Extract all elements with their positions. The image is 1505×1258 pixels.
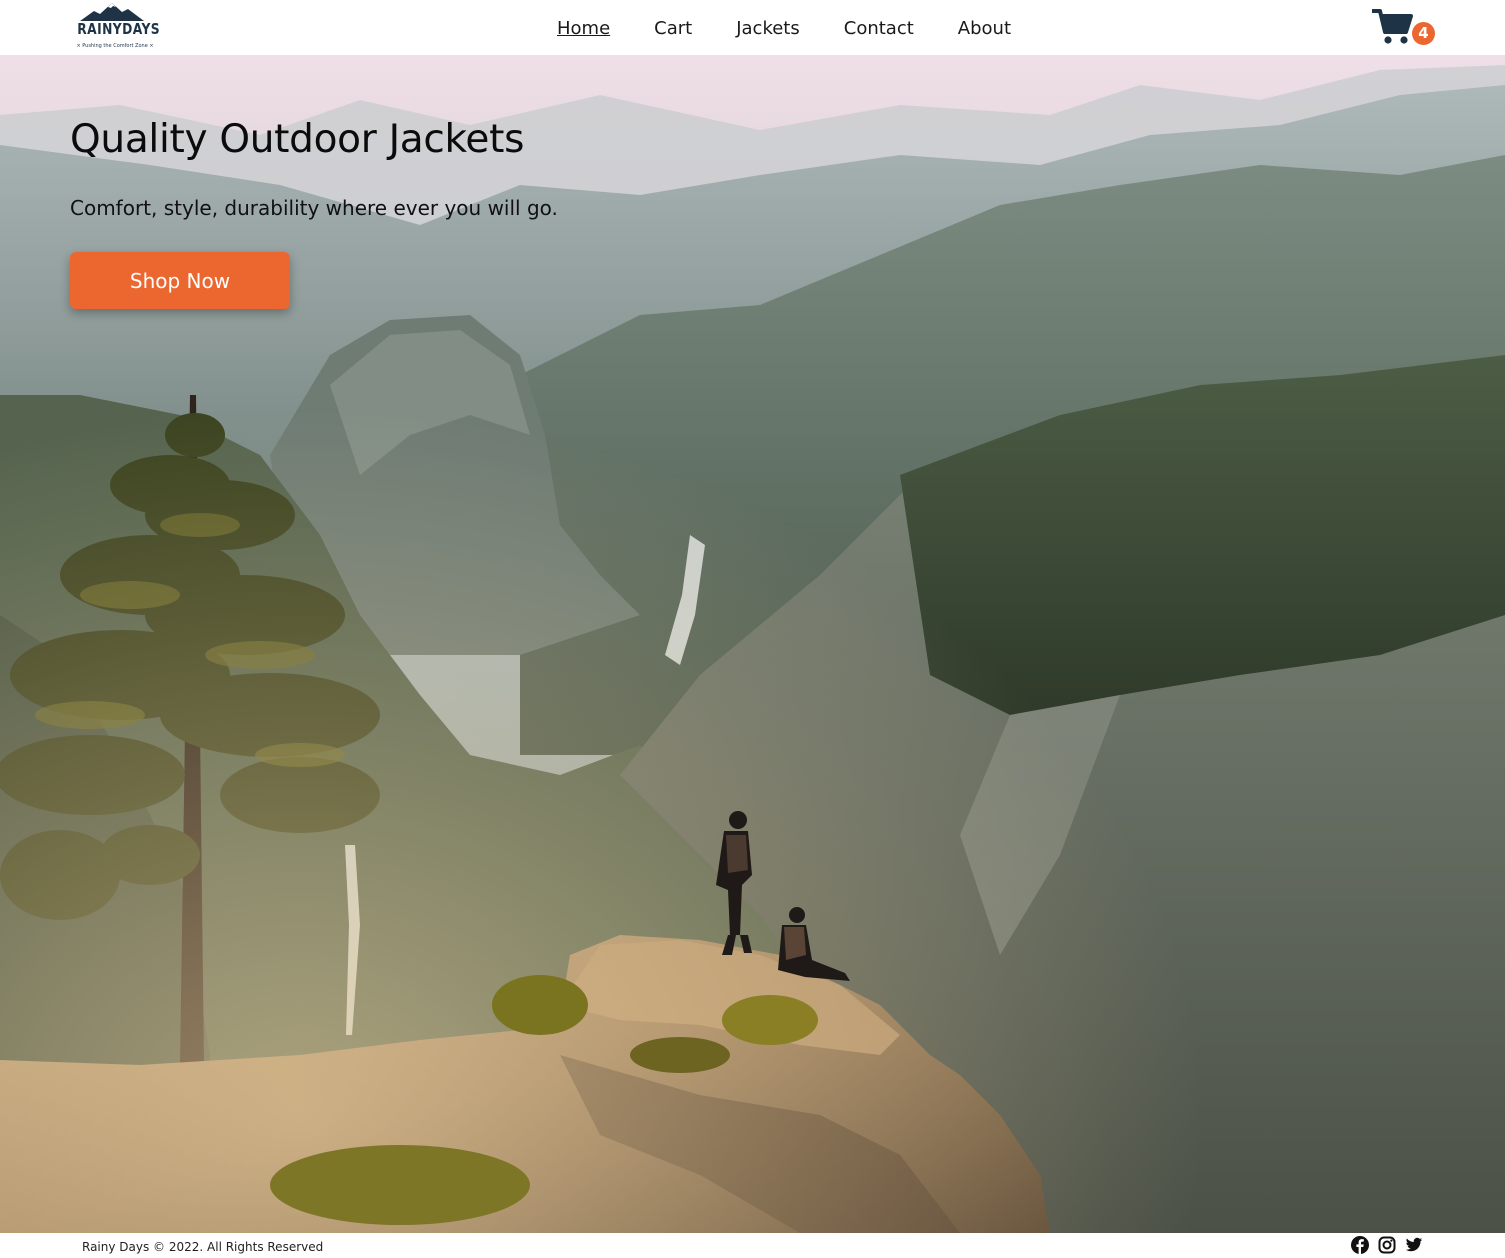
twitter-icon[interactable] xyxy=(1405,1236,1423,1254)
copyright-text: Rainy Days © 2022. All Rights Reserved xyxy=(82,1240,324,1254)
shop-now-button[interactable]: Shop Now xyxy=(70,252,290,309)
social-links xyxy=(1351,1236,1423,1254)
instagram-icon[interactable] xyxy=(1378,1236,1396,1254)
cart-button[interactable]: 4 xyxy=(1371,8,1438,48)
brand-name: RAINYDAYS xyxy=(77,20,161,38)
brand-logo[interactable]: RAINYDAYS × Pushing the Comfort Zone × xyxy=(66,3,162,53)
hero-content: Quality Outdoor Jackets Comfort, style, … xyxy=(70,117,558,309)
nav-link-home[interactable]: Home xyxy=(557,18,610,39)
brand-tagline: × Pushing the Comfort Zone × xyxy=(76,43,154,49)
nav-link-cart[interactable]: Cart xyxy=(654,18,692,39)
site-header: RAINYDAYS × Pushing the Comfort Zone × H… xyxy=(0,0,1505,55)
hero-title: Quality Outdoor Jackets xyxy=(70,117,525,162)
site-footer: Rainy Days © 2022. All Rights Reserved xyxy=(0,1233,1505,1258)
hero-subtitle: Comfort, style, durability where ever yo… xyxy=(70,196,558,220)
mountain-logo-icon xyxy=(80,3,144,21)
shopping-cart-icon xyxy=(1371,9,1413,44)
facebook-icon[interactable] xyxy=(1351,1236,1369,1254)
nav-link-contact[interactable]: Contact xyxy=(844,18,914,39)
hero-section: Quality Outdoor Jackets Comfort, style, … xyxy=(0,55,1505,1233)
nav-link-jackets[interactable]: Jackets xyxy=(736,18,800,39)
nav-link-about[interactable]: About xyxy=(958,18,1011,39)
main-nav: Home Cart Jackets Contact About xyxy=(535,16,1033,40)
hero-background-image xyxy=(0,55,1505,1233)
cart-count-badge: 4 xyxy=(1412,22,1435,45)
